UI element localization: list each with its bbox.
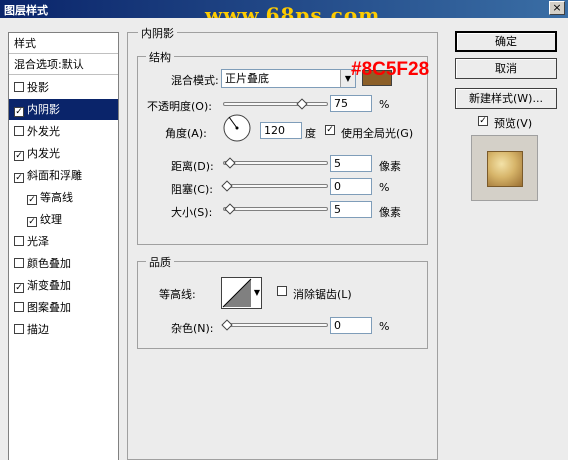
- effect-item[interactable]: ✓ 等高线: [9, 187, 118, 208]
- structure-title: 结构: [146, 49, 174, 65]
- effect-label: 图案叠加: [27, 301, 71, 314]
- choke-unit: %: [379, 181, 390, 194]
- size-input[interactable]: 5: [330, 201, 372, 218]
- effect-checkbox[interactable]: ✓: [14, 151, 24, 161]
- effect-checkbox[interactable]: [14, 82, 24, 92]
- antialias-label: 消除锯齿(L): [293, 288, 352, 301]
- angle-dial[interactable]: [222, 113, 252, 143]
- global-light-checkbox[interactable]: ✓: [325, 125, 335, 135]
- effect-label: 渐变叠加: [27, 279, 71, 292]
- distance-slider-track[interactable]: [223, 161, 328, 165]
- size-unit: 像素: [379, 206, 401, 219]
- noise-unit: %: [379, 320, 390, 333]
- effect-checkbox[interactable]: ✓: [27, 195, 37, 205]
- opacity-slider-track[interactable]: [223, 102, 328, 106]
- cancel-button[interactable]: 取消: [455, 58, 557, 79]
- styles-header[interactable]: 样式: [9, 33, 118, 54]
- contour-preview-icon: [222, 278, 252, 308]
- size-slider-track[interactable]: [223, 207, 328, 211]
- title-bar: 图层样式 www.68ps.com ×: [0, 0, 568, 27]
- contour-picker[interactable]: ▼: [221, 277, 262, 309]
- size-slider-handle[interactable]: [224, 203, 236, 215]
- style-preview-thumbnail: [471, 135, 538, 201]
- choke-slider-track[interactable]: [223, 184, 328, 188]
- structure-group: 结构 混合模式: 正片叠底 ▼ 不透明度(O): 75 % 角度(A): 120: [137, 49, 428, 245]
- ok-button[interactable]: 确定: [455, 31, 557, 52]
- opacity-slider-handle[interactable]: [296, 98, 308, 110]
- effect-checkbox[interactable]: [14, 324, 24, 334]
- blend-mode-select[interactable]: 正片叠底 ▼: [221, 69, 356, 88]
- choke-label: 阻塞(C):: [171, 183, 213, 196]
- noise-input[interactable]: 0: [330, 317, 372, 334]
- effect-item[interactable]: ✓ 纹理: [9, 209, 118, 230]
- opacity-input[interactable]: 75: [330, 95, 372, 112]
- inner-shadow-group: 内阴影 结构 混合模式: 正片叠底 ▼ 不透明度(O): 75 % 角度(A):: [127, 25, 438, 460]
- noise-slider-track[interactable]: [223, 323, 328, 327]
- dialog-body: 样式 混合选项:默认 投影 ✓ 内阴影 外发光 ✓ 内发光 ✓ 斜面和浮雕 ✓ 等高线 ✓ 纹理 光泽颜…: [0, 18, 568, 460]
- effect-checkbox[interactable]: ✓: [14, 107, 24, 117]
- effect-label: 投影: [27, 81, 49, 94]
- contour-label: 等高线:: [159, 288, 196, 301]
- global-light-label: 使用全局光(G): [341, 127, 414, 140]
- noise-slider-handle[interactable]: [221, 319, 233, 331]
- effect-label: 内阴影: [27, 103, 60, 116]
- window-title: 图层样式: [4, 4, 48, 17]
- angle-dial-icon: [223, 114, 251, 142]
- effect-item[interactable]: 颜色叠加: [9, 253, 118, 274]
- effect-label: 外发光: [27, 125, 60, 138]
- new-style-button[interactable]: 新建样式(W)...: [455, 88, 557, 109]
- effect-item[interactable]: 图案叠加: [9, 297, 118, 318]
- effect-item[interactable]: ✓ 内发光: [9, 143, 118, 164]
- blending-options-item[interactable]: 混合选项:默认: [9, 54, 118, 75]
- styles-list: 样式 混合选项:默认 投影 ✓ 内阴影 外发光 ✓ 内发光 ✓ 斜面和浮雕 ✓ 等高线 ✓ 纹理 光泽颜…: [8, 32, 119, 460]
- choke-input[interactable]: 0: [330, 178, 372, 195]
- distance-unit: 像素: [379, 160, 401, 173]
- choke-slider-handle[interactable]: [221, 180, 233, 192]
- quality-title: 品质: [146, 254, 174, 270]
- quality-group: 品质 等高线: ▼ 消除锯齿(L) 杂色(N): 0 %: [137, 254, 428, 349]
- angle-unit: 度: [305, 127, 316, 140]
- angle-label: 角度(A):: [165, 127, 207, 140]
- effect-item[interactable]: 外发光: [9, 121, 118, 142]
- effect-item[interactable]: 描边: [9, 319, 118, 340]
- effect-checkbox[interactable]: ✓: [27, 217, 37, 227]
- blend-mode-label: 混合模式:: [171, 74, 219, 87]
- effect-checkbox[interactable]: [14, 236, 24, 246]
- effect-item[interactable]: ✓ 渐变叠加: [9, 275, 118, 296]
- distance-slider-handle[interactable]: [224, 157, 236, 169]
- color-hex-annotation: #8C5F28: [351, 59, 430, 80]
- opacity-unit: %: [379, 98, 390, 111]
- effect-label: 斜面和浮雕: [27, 169, 82, 182]
- effect-label: 光泽: [27, 235, 49, 248]
- effect-label: 颜色叠加: [27, 257, 71, 270]
- effect-checkbox[interactable]: ✓: [14, 173, 24, 183]
- contour-dropdown-icon[interactable]: ▼: [254, 288, 260, 297]
- preview-checkbox[interactable]: ✓: [478, 116, 488, 126]
- effect-checkbox[interactable]: [14, 302, 24, 312]
- angle-input[interactable]: 120: [260, 122, 302, 139]
- opacity-label: 不透明度(O):: [147, 100, 212, 113]
- effect-label: 纹理: [40, 213, 62, 226]
- effect-item[interactable]: ✓ 斜面和浮雕: [9, 165, 118, 186]
- size-label: 大小(S):: [171, 206, 213, 219]
- effect-item[interactable]: ✓ 内阴影: [9, 99, 118, 120]
- effect-checkbox[interactable]: [14, 258, 24, 268]
- distance-label: 距离(D):: [171, 160, 214, 173]
- effect-label: 描边: [27, 323, 49, 336]
- effect-checkbox[interactable]: ✓: [14, 283, 24, 293]
- preview-label: 预览(V): [494, 117, 533, 130]
- antialias-checkbox[interactable]: [277, 286, 287, 296]
- close-button[interactable]: ×: [549, 1, 565, 15]
- noise-label: 杂色(N):: [171, 322, 214, 335]
- distance-input[interactable]: 5: [330, 155, 372, 172]
- effect-item[interactable]: 光泽: [9, 231, 118, 252]
- blend-mode-value: 正片叠底: [225, 72, 269, 85]
- effect-item[interactable]: 投影: [9, 77, 118, 98]
- inner-shadow-title: 内阴影: [138, 25, 177, 41]
- effect-label: 等高线: [40, 191, 73, 204]
- effect-checkbox[interactable]: [14, 126, 24, 136]
- preview-swatch: [487, 151, 523, 187]
- effect-label: 内发光: [27, 147, 60, 160]
